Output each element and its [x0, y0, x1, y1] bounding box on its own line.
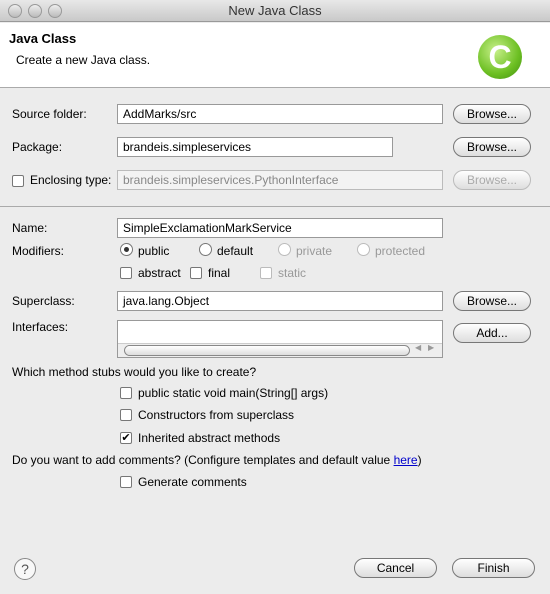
superclass-input[interactable]: java.lang.Object [117, 291, 443, 311]
name-label: Name: [12, 221, 48, 235]
enclosing-type-checkbox[interactable] [12, 175, 24, 187]
default-radio[interactable] [199, 243, 212, 256]
enclosing-type-input[interactable]: brandeis.simpleservices.PythonInterface [117, 170, 443, 190]
name-input[interactable]: SimpleExclamationMarkService [117, 218, 443, 238]
cancel-button[interactable]: Cancel [354, 558, 437, 578]
generate-comments-checkbox[interactable] [120, 476, 132, 488]
finish-button[interactable]: Finish [452, 558, 535, 578]
minimize-window-button[interactable] [28, 4, 42, 18]
public-label: public [138, 244, 170, 258]
abstract-label: abstract [138, 266, 181, 280]
protected-label: protected [375, 244, 426, 258]
public-radio[interactable] [120, 243, 133, 256]
static-checkbox[interactable] [260, 267, 272, 279]
default-label: default [217, 244, 254, 258]
help-button[interactable]: ? [14, 558, 36, 580]
window-title: New Java Class [228, 3, 322, 18]
protected-radio[interactable] [357, 243, 370, 256]
source-folder-input[interactable]: AddMarks/src [117, 104, 443, 124]
package-label: Package: [12, 140, 63, 154]
java-class-icon: C [478, 35, 522, 79]
modifiers-label: Modifiers: [12, 244, 65, 258]
main-method-checkbox[interactable] [120, 387, 132, 399]
scroll-left-arrow-icon[interactable]: ◀ [415, 343, 421, 352]
package-browse-button[interactable]: Browse... [453, 137, 531, 157]
inherited-methods-checkbox[interactable]: ✔ [120, 432, 132, 444]
header-title: Java Class [9, 31, 77, 46]
scroll-right-arrow-icon[interactable]: ▶ [428, 343, 434, 352]
static-label: static [278, 266, 307, 280]
private-label: private [296, 244, 333, 258]
interfaces-label: Interfaces: [12, 320, 69, 334]
final-checkbox[interactable] [190, 267, 202, 279]
enclosing-type-browse-button[interactable]: Browse... [453, 170, 531, 190]
superclass-label: Superclass: [12, 294, 75, 308]
interfaces-add-button[interactable]: Add... [453, 323, 531, 343]
close-window-button[interactable] [8, 4, 22, 18]
final-label: final [208, 266, 231, 280]
separator [0, 206, 550, 207]
private-radio[interactable] [278, 243, 291, 256]
superclass-browse-button[interactable]: Browse... [453, 291, 531, 311]
package-input[interactable]: brandeis.simpleservices [117, 137, 393, 157]
main-method-label: public static void main(String[] args) [138, 386, 329, 400]
abstract-checkbox[interactable] [120, 267, 132, 279]
enclosing-type-label: Enclosing type: [30, 173, 112, 187]
configure-templates-link[interactable]: here [394, 453, 418, 467]
source-folder-label: Source folder: [12, 107, 87, 121]
stubs-question: Which method stubs would you like to cre… [12, 365, 257, 379]
generate-comments-label: Generate comments [138, 475, 247, 489]
horizontal-scrollbar[interactable]: ◀ ▶ [118, 343, 442, 357]
interfaces-list[interactable]: ◀ ▶ [117, 320, 443, 358]
zoom-window-button[interactable] [48, 4, 62, 18]
comments-question-text: Do you want to add comments? (Configure … [12, 453, 394, 467]
constructors-checkbox[interactable] [120, 409, 132, 421]
source-folder-browse-button[interactable]: Browse... [453, 104, 531, 124]
constructors-label: Constructors from superclass [138, 408, 295, 422]
header-description: Create a new Java class. [16, 53, 151, 67]
title-bar: New Java Class [0, 0, 550, 22]
scrollbar-thumb[interactable] [124, 345, 410, 356]
comments-question: Do you want to add comments? (Configure … [12, 453, 422, 467]
wizard-header: Java Class Create a new Java class. C [0, 23, 550, 88]
inherited-methods-label: Inherited abstract methods [138, 431, 281, 445]
comments-question-suffix: ) [417, 453, 422, 467]
